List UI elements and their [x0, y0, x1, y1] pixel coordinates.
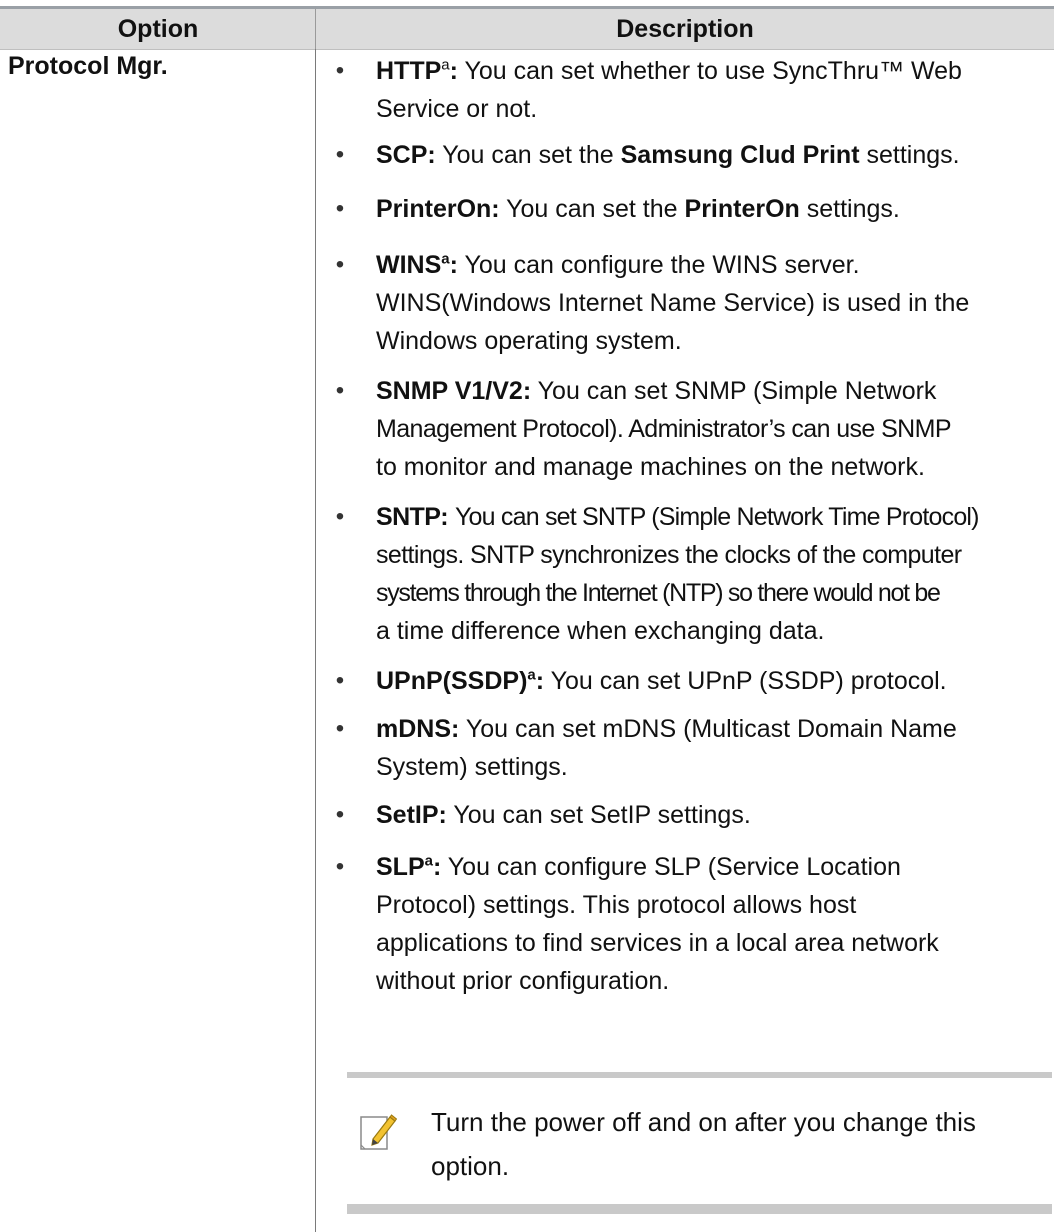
item-term: mDNS:	[376, 715, 460, 743]
bullet: •	[335, 801, 345, 828]
item-colon: :	[449, 57, 458, 85]
item-bold-text: Samsung Clud Print	[620, 141, 860, 169]
item-text-line: Management Protocol). Administrator’s ca…	[376, 415, 952, 443]
item-text-line: Windows operating system.	[376, 327, 682, 355]
item-text-line: You can set whether to use SyncThru™ Web	[464, 57, 962, 85]
option-label: Protocol Mgr.	[8, 52, 168, 80]
bullet: •	[335, 251, 345, 278]
list-item-scp: • SCP: You can set the Samsung Clud Prin…	[330, 136, 1044, 174]
item-term: WINS	[376, 251, 442, 279]
item-term: SCP:	[376, 141, 436, 169]
note-box: Turn the power off and on after you chan…	[347, 1072, 1052, 1214]
column-divider	[315, 49, 316, 1232]
item-term: PrinterOn:	[376, 195, 500, 223]
item-text-line: settings. SNTP synchronizes the clocks o…	[376, 541, 962, 569]
item-text: You can set the	[506, 195, 685, 223]
item-text-line: applications to find services in a local…	[376, 929, 939, 957]
header-option: Option	[117, 15, 199, 43]
item-text-line: You can configure SLP (Service Location	[447, 853, 901, 881]
bullet: •	[335, 667, 345, 694]
table-header: Option Description	[0, 9, 1054, 50]
item-text-line: systems through the Internet (NTP) so th…	[376, 579, 941, 607]
bullet: •	[335, 853, 345, 880]
description-list: • HTTPa: You can set whether to use Sync…	[330, 52, 1044, 1000]
item-text-line: You can set UPnP (SSDP) protocol.	[550, 667, 947, 695]
bullet: •	[335, 715, 345, 742]
bullet: •	[335, 141, 345, 168]
item-text-line: without prior configuration.	[376, 967, 670, 995]
item-text-line: Service or not.	[376, 95, 538, 123]
bullet: •	[335, 503, 345, 530]
bullet: •	[335, 195, 345, 222]
list-item-http: • HTTPa: You can set whether to use Sync…	[330, 52, 1044, 128]
item-text: settings.	[859, 141, 960, 169]
list-item-wins: • WINSa: You can configure the WINS serv…	[330, 246, 1044, 360]
list-item-slp: • SLPa: You can configure SLP (Service L…	[330, 848, 1044, 1000]
note-line: option.	[431, 1151, 510, 1181]
item-term: HTTP	[376, 57, 442, 85]
item-term: SNTP:	[376, 503, 449, 531]
header-description: Description	[616, 15, 754, 43]
list-item-setip: • SetIP: You can set SetIP settings.	[330, 796, 1044, 834]
item-term: UPnP(SSDP)	[376, 667, 528, 695]
list-item-sntp: • SNTP: You can set SNTP (Simple Network…	[330, 498, 1044, 650]
bullet: •	[335, 377, 345, 404]
list-item-snmp: • SNMP V1/V2: You can set SNMP (Simple N…	[330, 372, 1044, 486]
item-text-line: a time difference when exchanging data.	[376, 617, 825, 645]
option-table: Option Description Protocol Mgr. • HTTPa…	[0, 0, 1054, 1232]
footnote-mark: a	[424, 852, 433, 870]
footnote-mark: a	[527, 666, 536, 684]
item-text: You can set the	[442, 141, 621, 169]
list-item-mdns: • mDNS: You can set mDNS (Multicast Doma…	[330, 710, 1044, 786]
item-text-line: WINS(Windows Internet Name Service) is u…	[376, 289, 970, 317]
note-text: Turn the power off and on after you chan…	[431, 1100, 1031, 1188]
item-text-line: You can set SetIP settings.	[453, 801, 751, 829]
item-bold-text: PrinterOn	[684, 195, 800, 223]
item-text-line: Protocol) settings. This protocol allows…	[376, 891, 857, 919]
list-item-printeron: • PrinterOn: You can set the PrinterOn s…	[330, 190, 1044, 228]
item-text-line: You can configure the WINS server.	[464, 251, 860, 279]
item-text-line: You can set SNMP (Simple Network	[537, 377, 937, 405]
note-pencil-icon	[360, 1114, 397, 1150]
footnote-mark: a	[441, 56, 450, 74]
item-text-line: to monitor and manage machines on the ne…	[376, 453, 925, 481]
item-term: SLP	[376, 853, 425, 881]
item-text-line: You can set SNTP (Simple Network Time Pr…	[454, 503, 980, 531]
item-colon: :	[449, 251, 458, 279]
bullet: •	[335, 57, 345, 84]
footnote-mark: a	[441, 250, 450, 268]
list-item-upnp: • UPnP(SSDP)a: You can set UPnP (SSDP) p…	[330, 662, 1044, 700]
item-text: settings.	[799, 195, 900, 223]
item-text-line: You can set mDNS (Multicast Domain Name	[465, 715, 957, 743]
item-text-line: System) settings.	[376, 753, 568, 781]
note-line: Turn the power off and on after you chan…	[431, 1107, 976, 1137]
item-colon: :	[432, 853, 442, 881]
item-term: SNMP V1/V2:	[376, 377, 532, 405]
item-term: SetIP:	[376, 801, 447, 829]
item-colon: :	[535, 667, 545, 695]
